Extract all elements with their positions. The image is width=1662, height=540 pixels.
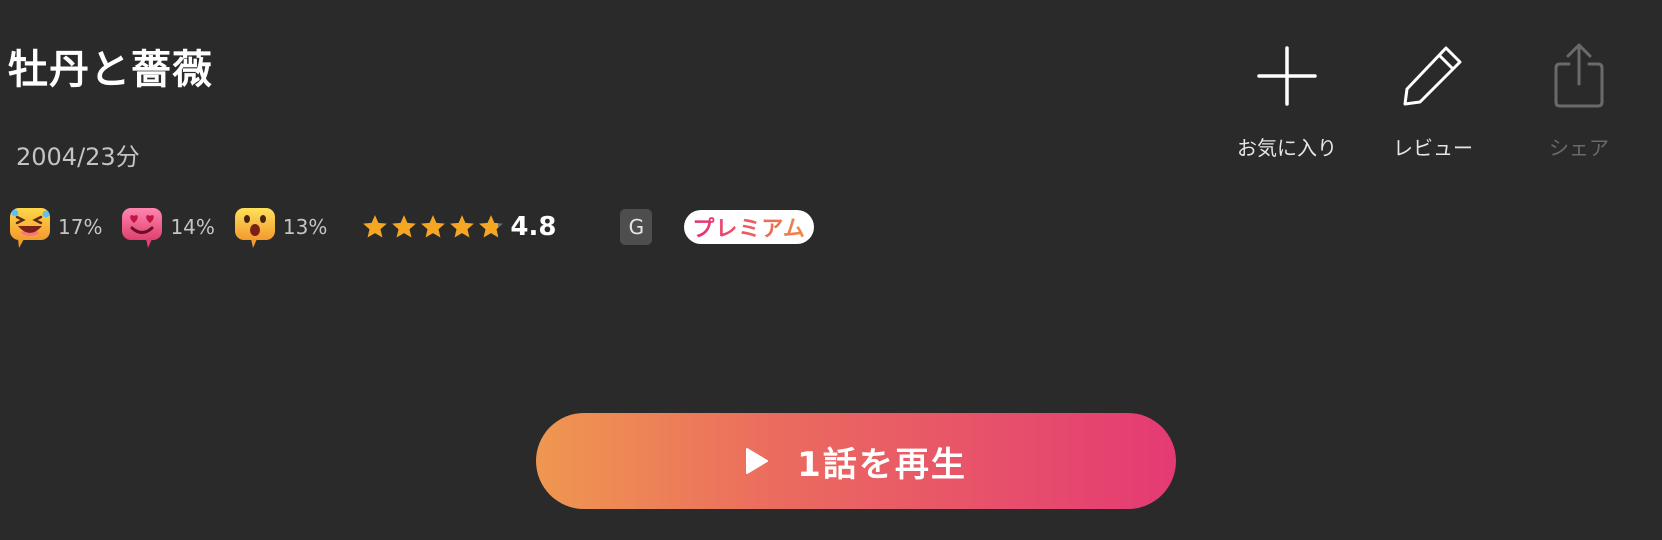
rating-value: 4.8 [510,212,557,242]
reaction-surprised: 13% [233,204,327,250]
star-icon [363,215,388,238]
action-bar: お気に入り レビュー シェア [1214,40,1652,161]
plus-icon [1257,46,1317,106]
reaction-heart-eyes: 14% [120,204,215,250]
review-label: レビュー [1393,136,1473,160]
reaction-percent: 17% [58,215,103,239]
premium-badge: プレミアム [684,210,814,244]
share-label: シェア [1549,136,1609,160]
share-button[interactable]: シェア [1506,40,1652,161]
reaction-laughing: 17% [8,204,102,250]
title-detail-screen: 牡丹と薔薇 2004/23分 17% 14% 13% 4.8 G プレミアム お… [0,0,1662,540]
age-rating-badge: G [620,209,653,245]
play-icon [746,448,769,474]
page-title: 牡丹と薔薇 [8,47,213,93]
premium-badge-label: プレミアム [692,211,805,243]
favorite-label: お気に入り [1237,136,1337,160]
favorite-button[interactable]: お気に入り [1214,40,1360,161]
star-icon [479,215,504,238]
reaction-percent: 14% [170,215,215,239]
laughing-face-icon [10,208,50,248]
year-duration: 2004/23分 [16,143,140,171]
review-button[interactable]: レビュー [1360,40,1506,161]
play-episode-label: 1話を再生 [797,444,967,485]
play-episode-button[interactable]: 1話を再生 [536,413,1176,509]
reaction-percent: 13% [282,215,328,239]
surprised-face-icon [234,208,275,248]
share-icon [1554,43,1604,108]
pencil-icon [1403,46,1462,106]
star-icon [450,215,475,238]
star-icon [421,215,446,238]
star-icon [392,215,417,238]
heart-eyes-face-icon [122,208,163,248]
star-rating: 4.8 [361,212,556,242]
stats-row: 17% 14% 13% 4.8 G プレミアム [8,202,814,252]
